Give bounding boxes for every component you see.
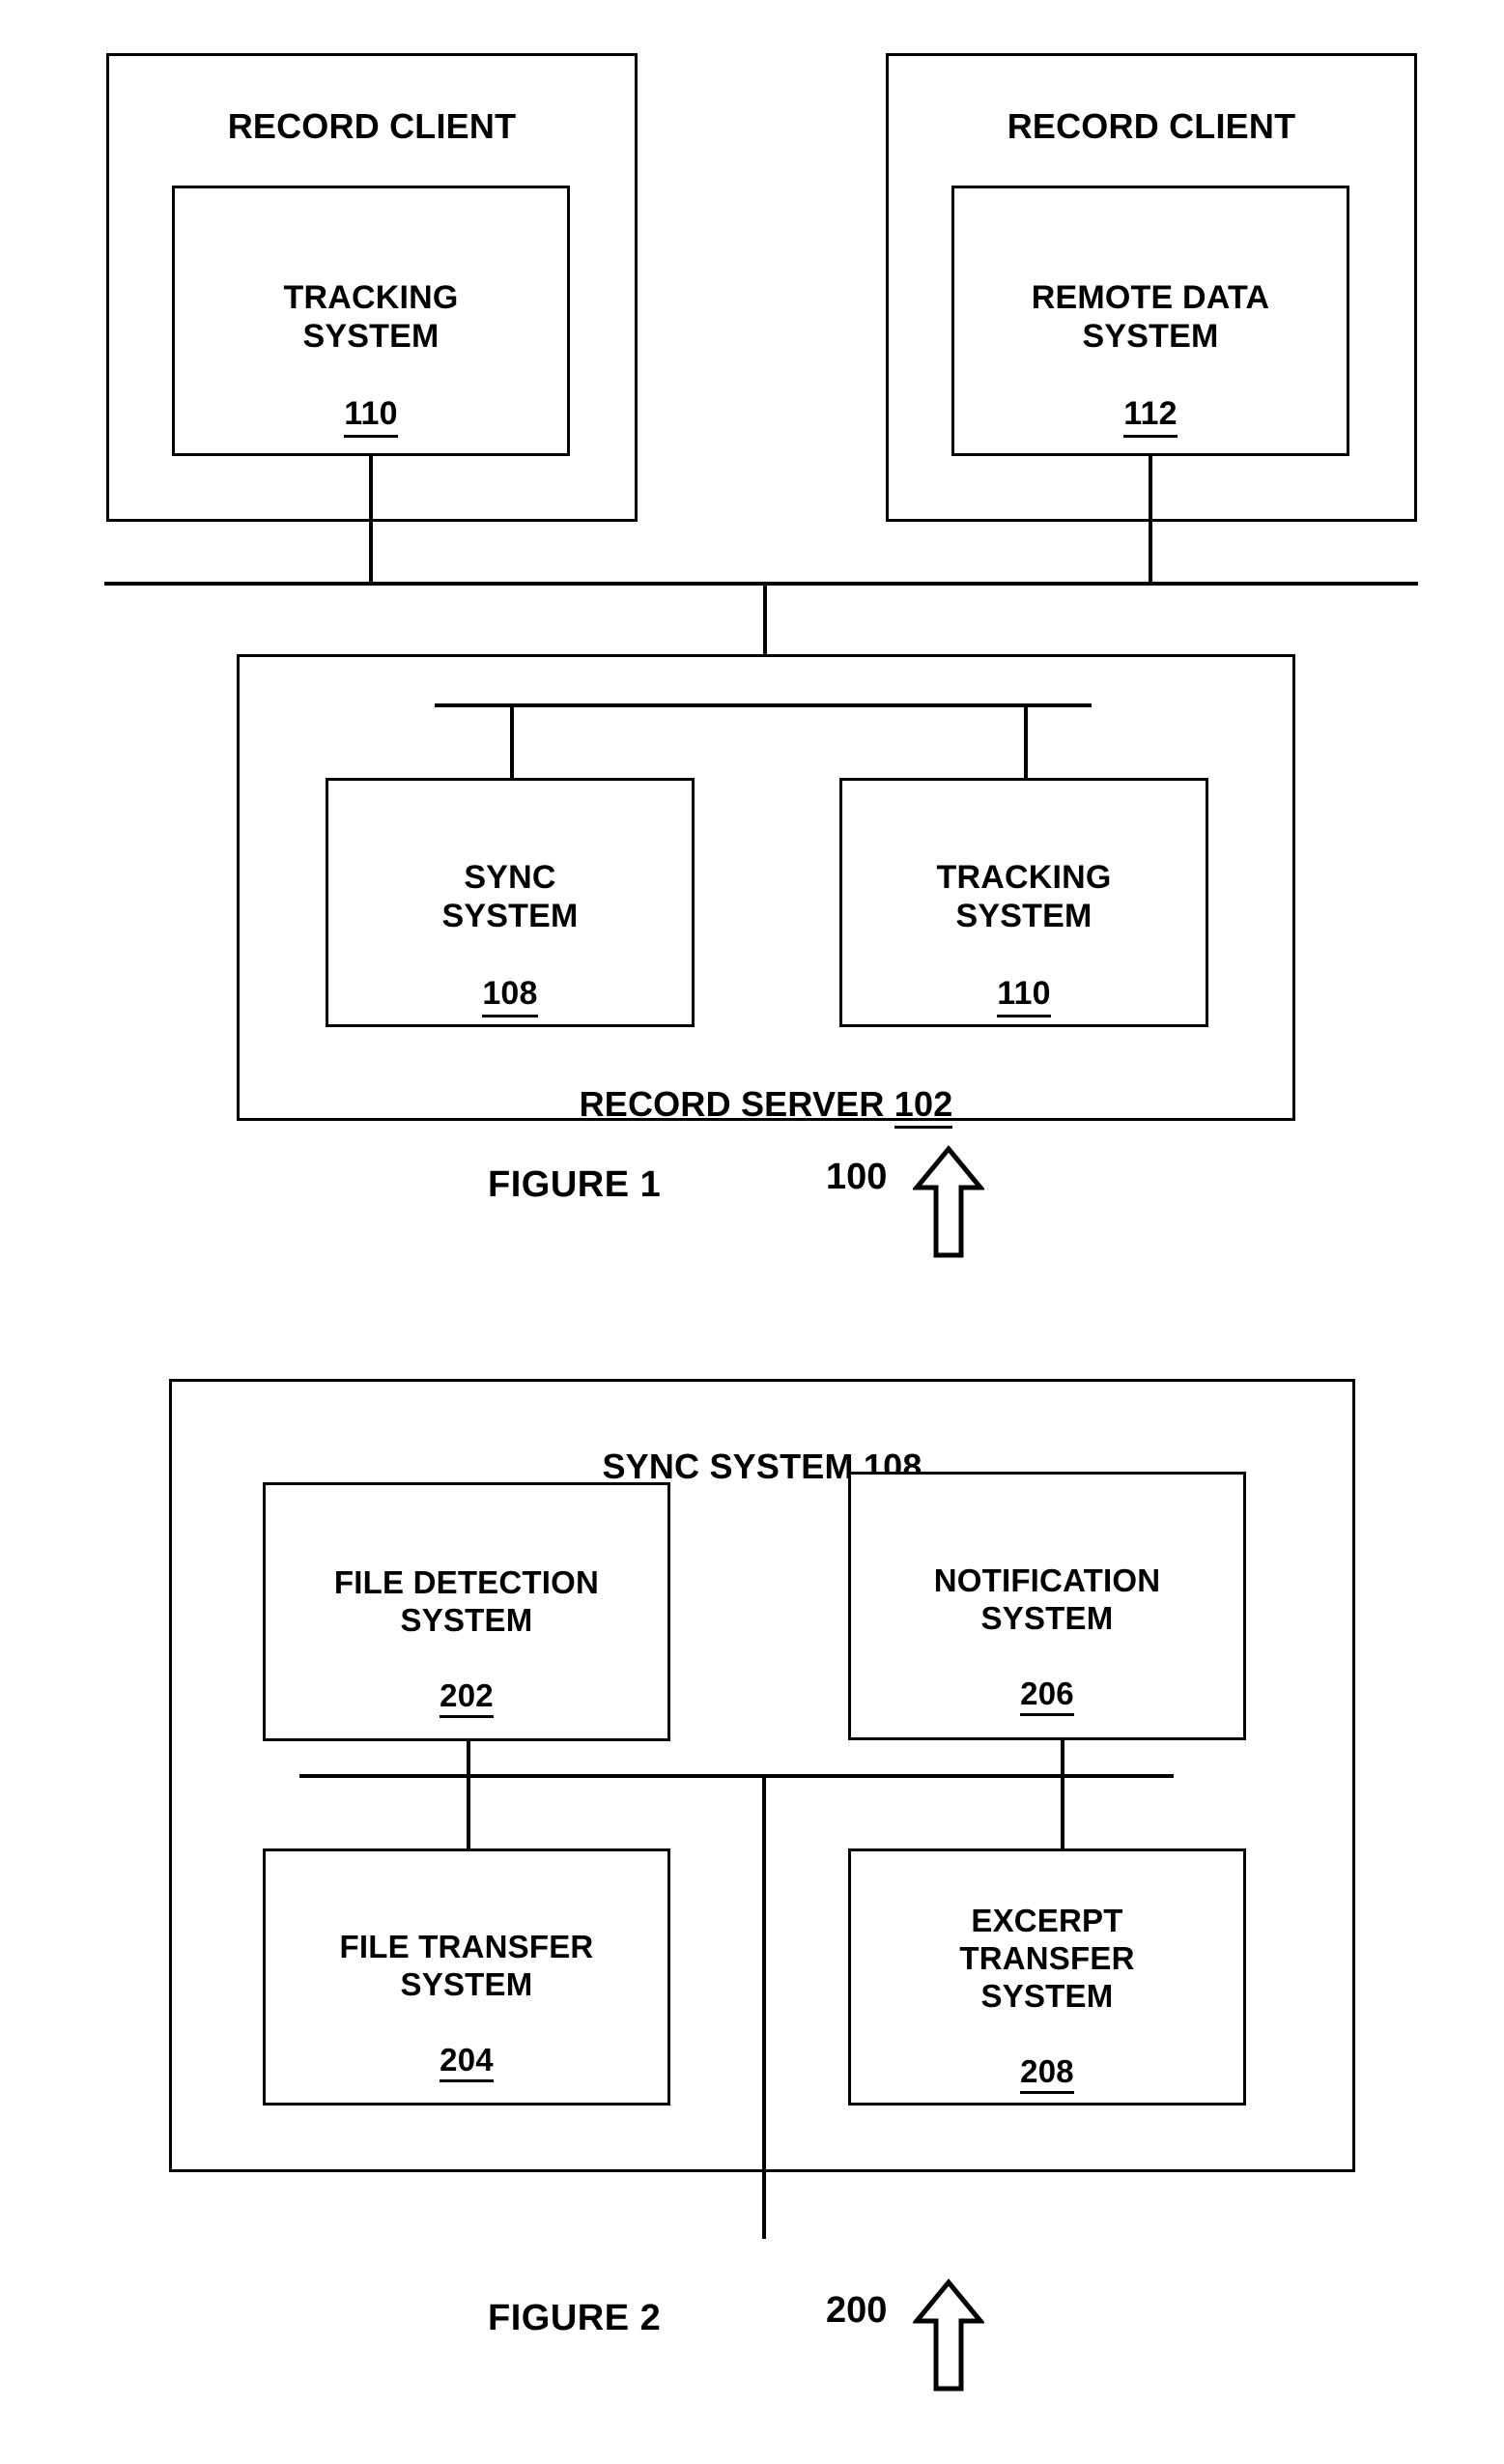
record-client-104b-title-text: RECORD CLIENT — [1007, 106, 1296, 147]
sync-system-internal-bus — [299, 1774, 1174, 1778]
file-detection-system-202-label: FILE DETECTION SYSTEM 202 — [263, 1527, 670, 1719]
record-client-104a-title-text: RECORD CLIENT — [227, 106, 517, 147]
figure-1-refnum: 100 — [826, 1157, 888, 1197]
connector-internal-bus-to-sync-system — [510, 703, 514, 781]
notification-system-206-title: NOTIFICATION SYSTEM — [933, 1561, 1161, 1636]
notification-system-206-label: NOTIFICATION SYSTEM 206 — [848, 1525, 1246, 1717]
file-detection-system-202-title: FILE DETECTION SYSTEM — [333, 1563, 600, 1638]
figure-2-refnum: 200 — [826, 2290, 888, 2331]
network-bus-line — [104, 582, 1418, 586]
tracking-system-110-client-label: TRACKING SYSTEM 110 — [172, 240, 570, 439]
record-server-102-title: RECORD SERVER — [579, 1084, 894, 1125]
figure-2-up-arrow-icon — [913, 2278, 984, 2392]
record-server-102-label: RECORD SERVER 102 — [237, 1044, 1295, 1130]
excerpt-transfer-system-208-title: EXCERPT TRANSFER SYSTEM — [959, 1902, 1135, 2014]
sync-system-108-numeral: 108 — [482, 977, 538, 1018]
tracking-system-110-client-numeral: 110 — [344, 397, 398, 439]
excerpt-transfer-system-208-numeral: 208 — [1020, 2054, 1074, 2095]
file-transfer-system-204-numeral: 204 — [440, 2043, 494, 2083]
sync-system-output-line — [762, 1774, 766, 2239]
record-server-102-numeral: 102 — [894, 1086, 953, 1130]
sync-system-108-detail-title-text: SYNC SYSTEM — [602, 1447, 864, 1487]
sync-system-108-label: SYNC SYSTEM 108 — [326, 819, 695, 1018]
connector-internal-bus-to-tracking-system — [1024, 703, 1028, 781]
connector-client-b-to-bus — [1149, 454, 1152, 586]
file-detection-system-202-numeral: 202 — [440, 1678, 494, 1719]
figure-1-caption: FIGURE 1 — [488, 1164, 662, 1205]
tracking-system-110-client-title: TRACKING SYSTEM — [283, 279, 459, 356]
figure-2-caption: FIGURE 2 — [488, 2298, 662, 2338]
figure-1-up-arrow-icon — [913, 1145, 984, 1258]
remote-data-system-112-label: REMOTE DATA SYSTEM 112 — [951, 240, 1349, 439]
patent-drawing-sheet: RECORD CLIENT 104a TRACKING SYSTEM 110 R… — [0, 0, 1504, 2464]
tracking-system-110-server-numeral: 110 — [997, 977, 1051, 1018]
remote-data-system-112-numeral: 112 — [1123, 397, 1178, 439]
notification-system-206-numeral: 206 — [1020, 1676, 1074, 1717]
tracking-system-110-server-title: TRACKING SYSTEM — [936, 859, 1112, 935]
file-transfer-system-204-title: FILE TRANSFER SYSTEM — [339, 1928, 594, 2002]
record-server-internal-bus — [435, 703, 1092, 707]
connector-bus-to-notification-system — [1061, 1739, 1064, 1851]
sync-system-108-title: SYNC SYSTEM — [441, 859, 579, 935]
file-transfer-system-204-label: FILE TRANSFER SYSTEM 204 — [263, 1891, 670, 2083]
tracking-system-110-server-label: TRACKING SYSTEM 110 — [839, 819, 1208, 1018]
connector-bus-to-file-detection-system — [467, 1739, 470, 1851]
remote-data-system-112-title: REMOTE DATA SYSTEM — [1031, 279, 1270, 356]
excerpt-transfer-system-208-label: EXCERPT TRANSFER SYSTEM 208 — [848, 1865, 1246, 2095]
connector-client-a-to-bus — [369, 454, 373, 586]
